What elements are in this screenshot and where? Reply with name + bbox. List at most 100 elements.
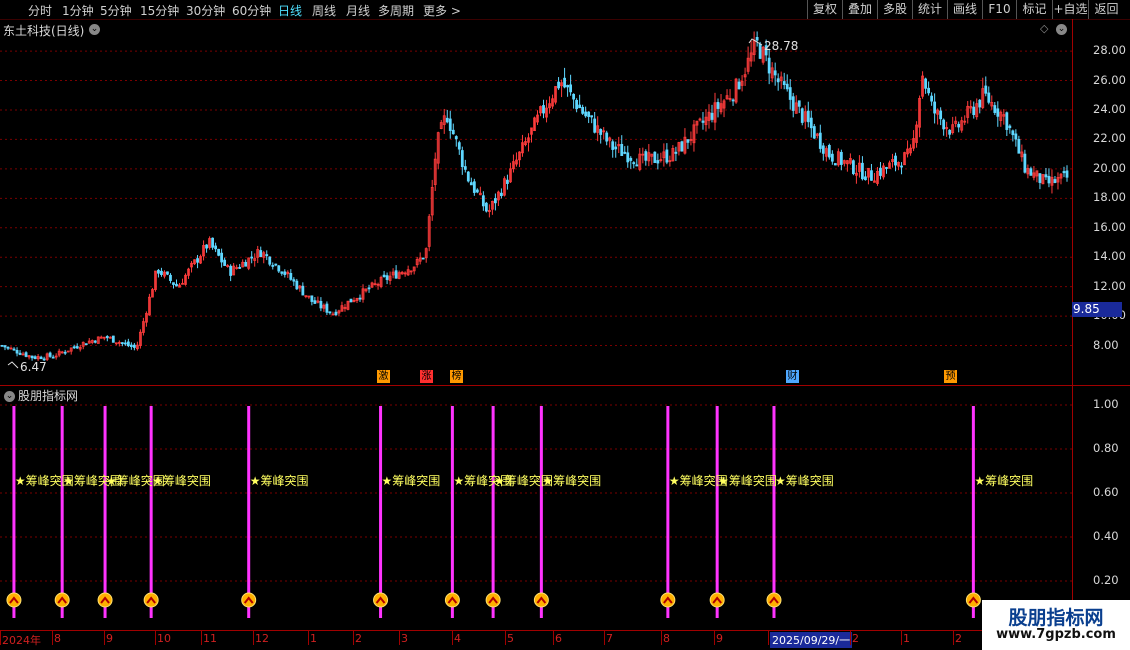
candle: [833, 163, 837, 166]
event-badge[interactable]: 财: [786, 370, 799, 383]
candle: [433, 152, 437, 191]
candle: [891, 153, 894, 168]
candle: [725, 89, 729, 100]
period-tab-9[interactable]: 多周期: [378, 2, 414, 19]
candle: [487, 204, 491, 218]
toolbar-button-4[interactable]: 画线: [947, 0, 982, 19]
x-tick-label: 1: [903, 632, 910, 645]
candle: [990, 95, 994, 110]
toolbar-button-0[interactable]: 复权: [807, 0, 842, 19]
indicator-chart[interactable]: [0, 386, 1072, 631]
candle: [418, 252, 422, 265]
candle: [253, 253, 257, 267]
period-tab-6[interactable]: 日线: [278, 2, 302, 19]
period-tab-7[interactable]: 周线: [312, 2, 336, 19]
candle: [90, 339, 94, 345]
up-arrow-icon: [485, 592, 501, 608]
candle: [812, 123, 816, 140]
candle: [493, 193, 497, 211]
period-tab-8[interactable]: 月线: [346, 2, 370, 19]
candle: [870, 163, 873, 181]
chevron-down-icon[interactable]: ⌄: [1056, 24, 1067, 35]
up-arrow-icon: [709, 592, 725, 608]
price-tick-label: 22.00: [1093, 131, 1126, 146]
candle: [481, 191, 485, 211]
signal-bar: [715, 406, 719, 618]
candle: [0, 344, 4, 347]
candle: [918, 95, 921, 138]
period-tab-3[interactable]: 15分钟: [140, 2, 179, 19]
candle: [69, 347, 73, 355]
candle: [84, 343, 88, 346]
toolbar-button-7[interactable]: +自选: [1052, 0, 1088, 19]
candle: [737, 78, 741, 90]
candle: [454, 135, 458, 147]
period-tab-4[interactable]: 30分钟: [186, 2, 225, 19]
candle: [855, 164, 858, 184]
candle: [268, 256, 272, 267]
candle: [175, 279, 178, 287]
candle: [301, 282, 305, 296]
candle: [349, 298, 353, 303]
toolbar-button-5[interactable]: F10: [982, 0, 1016, 19]
candle: [259, 246, 263, 258]
candlestick-chart[interactable]: [0, 19, 1072, 385]
candle: [969, 100, 973, 114]
toolbar-button-6[interactable]: 标记: [1016, 0, 1052, 19]
toolbar-button-2[interactable]: 多股: [877, 0, 912, 19]
x-tick-mark: [850, 631, 851, 645]
candle: [1002, 109, 1006, 125]
candle: [978, 98, 982, 114]
period-tab-1[interactable]: 1分钟: [62, 2, 94, 19]
candle: [686, 139, 690, 149]
candle: [506, 174, 509, 190]
candle: [704, 109, 708, 132]
candle: [1005, 111, 1009, 137]
toolbar-button-3[interactable]: 统计: [912, 0, 947, 19]
period-tab-0[interactable]: 分时: [28, 2, 52, 19]
candle: [945, 121, 949, 137]
x-tick-mark: [104, 631, 105, 645]
event-badge[interactable]: 预: [944, 370, 957, 383]
x-tick-label: 9: [106, 632, 113, 645]
x-tick-mark: [399, 631, 400, 645]
x-tick-mark: [553, 631, 554, 645]
period-tab-10[interactable]: 更多 >: [423, 2, 461, 19]
indicator-tick-label: 1.00: [1093, 397, 1119, 411]
candle: [707, 104, 711, 129]
candle: [1050, 169, 1054, 194]
toolbar-button-1[interactable]: 叠加: [842, 0, 877, 19]
period-tab-5[interactable]: 60分钟: [232, 2, 271, 19]
candle: [154, 270, 157, 292]
toolbar-button-8[interactable]: 返回: [1088, 0, 1124, 19]
candle: [111, 335, 115, 343]
candle: [24, 351, 28, 358]
candle: [743, 67, 747, 87]
candle: [548, 96, 551, 114]
candle: [442, 108, 446, 134]
event-badge[interactable]: 榜: [450, 370, 463, 383]
candle: [108, 336, 112, 339]
candle: [265, 250, 269, 261]
diamond-icon[interactable]: ◇: [1040, 22, 1048, 35]
up-arrow-icon: [373, 592, 389, 608]
price-chart-pane[interactable]: 东土科技(日线) ⌄ ◇ ⌄ 28.78 6.47 激 涨 榜 财 预: [0, 19, 1072, 385]
candle: [358, 294, 362, 302]
indicator-pane[interactable]: ⌄ 股朋指标网 ★筹峰突围 ★筹峰突围 ★筹峰突围 ★筹峰突围 ★筹峰突围 ★筹峰突围 ★筹…: [0, 386, 1072, 631]
chevron-down-icon[interactable]: ⌄: [89, 24, 100, 35]
candle: [9, 346, 13, 350]
candle: [533, 116, 536, 132]
period-tab-2[interactable]: 5分钟: [100, 2, 132, 19]
candle: [563, 67, 566, 89]
candle: [114, 342, 118, 346]
candle: [530, 127, 533, 143]
event-badge[interactable]: 激: [377, 370, 390, 383]
min-marker: [7, 361, 19, 369]
candle: [791, 92, 795, 118]
candle: [948, 129, 952, 139]
chevron-down-icon[interactable]: ⌄: [4, 391, 15, 402]
candle: [815, 132, 819, 139]
event-badge[interactable]: 涨: [420, 370, 433, 383]
candle: [280, 271, 284, 276]
indicator-tick-label: 0.80: [1093, 441, 1119, 455]
